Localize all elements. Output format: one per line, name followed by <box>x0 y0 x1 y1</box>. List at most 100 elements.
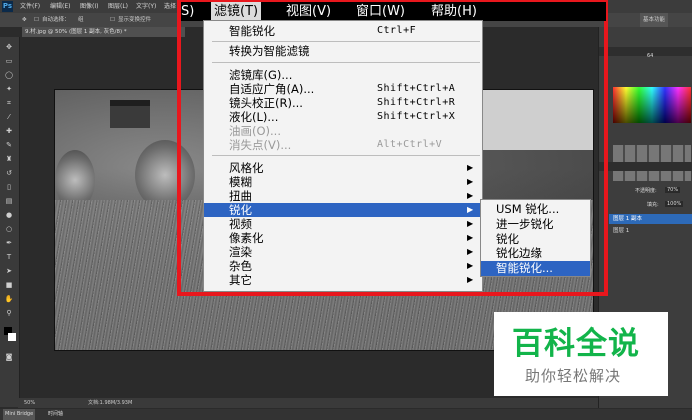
show-transform-label: 显示变换控件 <box>118 17 152 23</box>
blur-tool-icon[interactable]: ● <box>4 211 14 219</box>
submenu-arrow-icon: ▶ <box>467 247 474 256</box>
slider-value: 64 <box>647 53 654 59</box>
opacity-label: 不透明度: <box>635 188 657 194</box>
history-brush-tool-icon[interactable]: ↺ <box>4 169 14 177</box>
background-color-swatch[interactable] <box>8 333 16 341</box>
crop-tool-icon[interactable]: ⌗ <box>4 99 14 107</box>
menu-item-label: 扭曲 <box>229 189 252 203</box>
watermark-title: 百科全说 <box>512 326 640 362</box>
menu-type[interactable]: 文字(Y) <box>136 0 156 13</box>
dodge-tool-icon[interactable]: ○ <box>4 225 14 233</box>
pen-tool-icon[interactable]: ✒ <box>4 239 14 247</box>
menu-item-adaptive-wide-angle[interactable]: 自适应广角(A)... Shift+Ctrl+A <box>204 82 482 96</box>
menu-divider <box>212 62 480 63</box>
menu-item-label: 自适应广角(A)... <box>229 82 315 96</box>
lasso-tool-icon[interactable]: ◯ <box>4 71 14 79</box>
menu-edit[interactable]: 编辑(E) <box>50 0 70 13</box>
menu-item-shortcut: Shift+Ctrl+A <box>377 83 456 94</box>
menu-item-lens-correction[interactable]: 镜头校正(R)... Shift+Ctrl+R <box>204 96 482 110</box>
menu-filter[interactable]: 滤镜(T) <box>211 2 262 21</box>
layer-row[interactable]: 图层 1 <box>609 226 692 236</box>
quick-mask-icon[interactable]: ◙ <box>4 353 14 361</box>
submenu-item-label: 锐化 <box>496 232 519 246</box>
tab-timeline[interactable]: 时间轴 <box>48 409 63 420</box>
menu-item-convert-smart-filter[interactable]: 转换为智能滤镜 <box>204 44 482 58</box>
menu-item-label: 转换为智能滤镜 <box>229 44 310 58</box>
workspace-dropdown[interactable]: 基本功能 <box>640 13 669 27</box>
auto-select-label: 自动选择： <box>42 17 70 23</box>
watermark-subtitle: 助你轻松解决 <box>525 367 622 385</box>
eraser-tool-icon[interactable]: ▯ <box>4 183 14 191</box>
menu-file[interactable]: 文件(F) <box>20 0 40 13</box>
submenu-item-sharpen-edges[interactable]: 锐化边缘 <box>481 246 590 261</box>
menu-select-partial[interactable]: S) <box>181 2 194 21</box>
menu-item-shortcut: Shift+Ctrl+R <box>377 97 456 108</box>
brush-tool-icon[interactable]: ✎ <box>4 141 14 149</box>
menu-item-liquify[interactable]: 液化(L)... Shift+Ctrl+X <box>204 110 482 124</box>
menu-item-shortcut: Shift+Ctrl+X <box>377 111 456 122</box>
fill-label: 填充: <box>647 202 659 208</box>
menu-image[interactable]: 图像(I) <box>80 0 98 13</box>
photoshop-logo: Ps <box>2 1 13 12</box>
hand-tool-icon[interactable]: ✋ <box>4 295 14 303</box>
path-select-tool-icon[interactable]: ➤ <box>4 267 14 275</box>
menu-item-stylize[interactable]: 风格化 ▶ <box>204 161 482 175</box>
sharpen-submenu: USM 锐化... 进一步锐化 锐化 锐化边缘 智能锐化... <box>480 199 591 277</box>
layer-row[interactable]: 图层 1 副本 <box>609 214 692 224</box>
menu-item-label: 模糊 <box>229 175 252 189</box>
submenu-arrow-icon: ▶ <box>467 219 474 228</box>
tab-mini-bridge[interactable]: Mini Bridge <box>3 409 36 420</box>
submenu-item-sharpen-more[interactable]: 进一步锐化 <box>481 217 590 232</box>
zoom-level[interactable]: 50% <box>24 398 35 408</box>
menu-item-label: 其它 <box>229 273 252 287</box>
menu-item-blur[interactable]: 模糊 ▶ <box>204 175 482 189</box>
menu-item-noise[interactable]: 杂色 ▶ <box>204 259 482 273</box>
menu-item-video[interactable]: 视频 ▶ <box>204 217 482 231</box>
marquee-tool-icon[interactable]: ▭ <box>4 57 14 65</box>
move-tool-icon[interactable]: ✥ <box>4 43 14 51</box>
menu-layer[interactable]: 图层(L) <box>108 0 128 13</box>
show-transform-checkbox[interactable]: ☐ <box>110 13 115 27</box>
auto-select-dropdown[interactable]: 组 <box>78 13 84 27</box>
opacity-value[interactable]: 70% <box>665 187 681 193</box>
bottom-panel-tabs: Mini Bridge 时间轴 <box>0 409 692 420</box>
submenu-item-unsharp-mask[interactable]: USM 锐化... <box>481 202 590 217</box>
menu-item-last-filter[interactable]: 智能锐化 Ctrl+F <box>204 24 482 38</box>
shape-tool-icon[interactable]: ■ <box>4 281 14 289</box>
menu-item-sharpen[interactable]: 锐化 ▶ <box>204 203 482 217</box>
stamp-tool-icon[interactable]: ♜ <box>4 155 14 163</box>
menu-select[interactable]: 选择 <box>164 0 176 13</box>
canvas-house <box>110 100 150 128</box>
menu-item-label: 锐化 <box>229 203 252 217</box>
healing-tool-icon[interactable]: ✚ <box>4 127 14 135</box>
submenu-item-sharpen[interactable]: 锐化 <box>481 232 590 247</box>
menu-item-pixelate[interactable]: 像素化 ▶ <box>204 231 482 245</box>
menu-window[interactable]: 窗口(W) <box>356 2 405 21</box>
document-tab[interactable]: 9.村.jpg @ 50% (图层 1 副本, 灰色/8) * <box>22 27 185 37</box>
submenu-arrow-icon: ▶ <box>467 191 474 200</box>
submenu-item-smart-sharpen[interactable]: 智能锐化... <box>481 261 590 276</box>
menu-item-render[interactable]: 渲染 ▶ <box>204 245 482 259</box>
menu-item-filter-gallery[interactable]: 滤镜库(G)... <box>204 68 482 82</box>
gradient-tool-icon[interactable]: ▤ <box>4 197 14 205</box>
status-bar: 50% 文档:1.98M/3.93M <box>18 398 598 408</box>
menu-item-shortcut: Alt+Ctrl+V <box>377 139 443 150</box>
submenu-arrow-icon: ▶ <box>467 205 474 214</box>
menu-item-label: 杂色 <box>229 259 252 273</box>
menu-help[interactable]: 帮助(H) <box>431 2 477 21</box>
menu-item-label: 渲染 <box>229 245 252 259</box>
auto-select-checkbox[interactable]: ☐ <box>34 13 39 27</box>
menu-item-label: 智能锐化 <box>229 24 275 38</box>
eyedropper-tool-icon[interactable]: ⁄ <box>4 113 14 121</box>
menu-item-distort[interactable]: 扭曲 ▶ <box>204 189 482 203</box>
zoom-tool-icon[interactable]: ⚲ <box>4 309 14 317</box>
fill-value[interactable]: 100% <box>665 201 684 207</box>
top-menubar: S) 滤镜(T) 视图(V) 窗口(W) 帮助(H) <box>181 2 606 21</box>
magic-wand-tool-icon[interactable]: ✦ <box>4 85 14 93</box>
type-tool-icon[interactable]: T <box>4 253 14 261</box>
submenu-item-label: 智能锐化... <box>496 261 553 275</box>
menu-item-other[interactable]: 其它 ▶ <box>204 273 482 287</box>
menu-view[interactable]: 视图(V) <box>286 2 331 21</box>
submenu-item-label: 锐化边缘 <box>496 246 542 260</box>
color-spectrum[interactable] <box>613 87 691 123</box>
